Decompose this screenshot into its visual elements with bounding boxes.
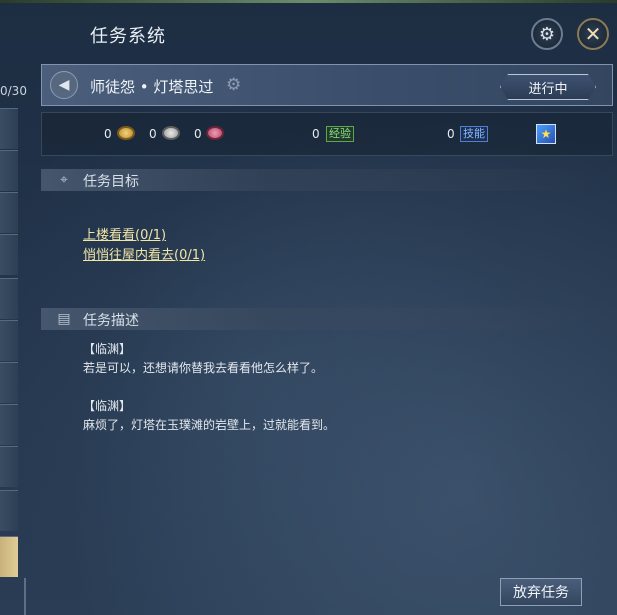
quest-status-button[interactable]: 进行中	[500, 74, 596, 100]
voice-button[interactable]: ◀	[50, 71, 78, 99]
list-item[interactable]	[0, 278, 18, 319]
close-icon: ✕	[584, 22, 602, 46]
list-item[interactable]	[0, 404, 18, 445]
objective-link[interactable]: 上楼看看(0/1)	[83, 224, 166, 243]
objectives-title: 任务目标	[83, 174, 139, 190]
quest-count: 0/30	[0, 84, 27, 98]
exp-tag: 经验	[326, 126, 354, 142]
location-pin-icon: ⌖	[60, 172, 68, 188]
list-item[interactable]	[0, 192, 18, 233]
list-item[interactable]	[0, 150, 18, 191]
settings-button[interactable]: ⚙	[531, 18, 563, 50]
list-item-selected[interactable]	[0, 536, 18, 577]
gold-coin-icon	[117, 126, 135, 140]
description-line: 若是可以，还想请你替我去看看他怎么样了。	[83, 361, 324, 375]
scrollbar[interactable]	[24, 578, 26, 615]
scroll-icon: ▤	[57, 311, 71, 327]
description-line: 【临渊】	[83, 399, 132, 413]
list-item[interactable]	[0, 234, 18, 275]
list-item[interactable]	[0, 362, 18, 403]
top-strip	[0, 0, 617, 3]
skill-amount: 0	[447, 127, 455, 141]
abandon-quest-button[interactable]: 放弃任务	[500, 578, 582, 606]
gear-icon: ⚙	[538, 23, 556, 45]
reward-item-icon[interactable]: ★	[536, 124, 556, 144]
list-item[interactable]	[0, 490, 18, 531]
jade-coin-icon	[206, 126, 224, 140]
silver-coin-icon	[162, 126, 180, 140]
jade-amount: 0	[194, 127, 202, 141]
quest-name: 师徒怨 • 灯塔思过	[90, 78, 214, 96]
quest-settings-icon[interactable]: ⚙	[226, 75, 241, 95]
gold-amount: 0	[104, 127, 112, 141]
list-item[interactable]	[0, 320, 18, 361]
skill-tag: 技能	[460, 126, 488, 142]
silver-amount: 0	[149, 127, 157, 141]
close-button[interactable]: ✕	[577, 18, 609, 50]
objective-link[interactable]: 悄悄往屋内看去(0/1)	[83, 244, 205, 263]
description-line: 【临渊】	[83, 342, 132, 356]
exp-amount: 0	[312, 127, 320, 141]
list-item[interactable]	[0, 446, 18, 487]
list-item[interactable]	[0, 108, 18, 149]
description-line: 麻烦了，灯塔在玉璞滩的岩壁上，过就能看到。	[83, 418, 336, 432]
speaker-icon: ◀	[58, 77, 70, 93]
description-title: 任务描述	[83, 313, 139, 329]
window-title: 任务系统	[90, 26, 166, 47]
